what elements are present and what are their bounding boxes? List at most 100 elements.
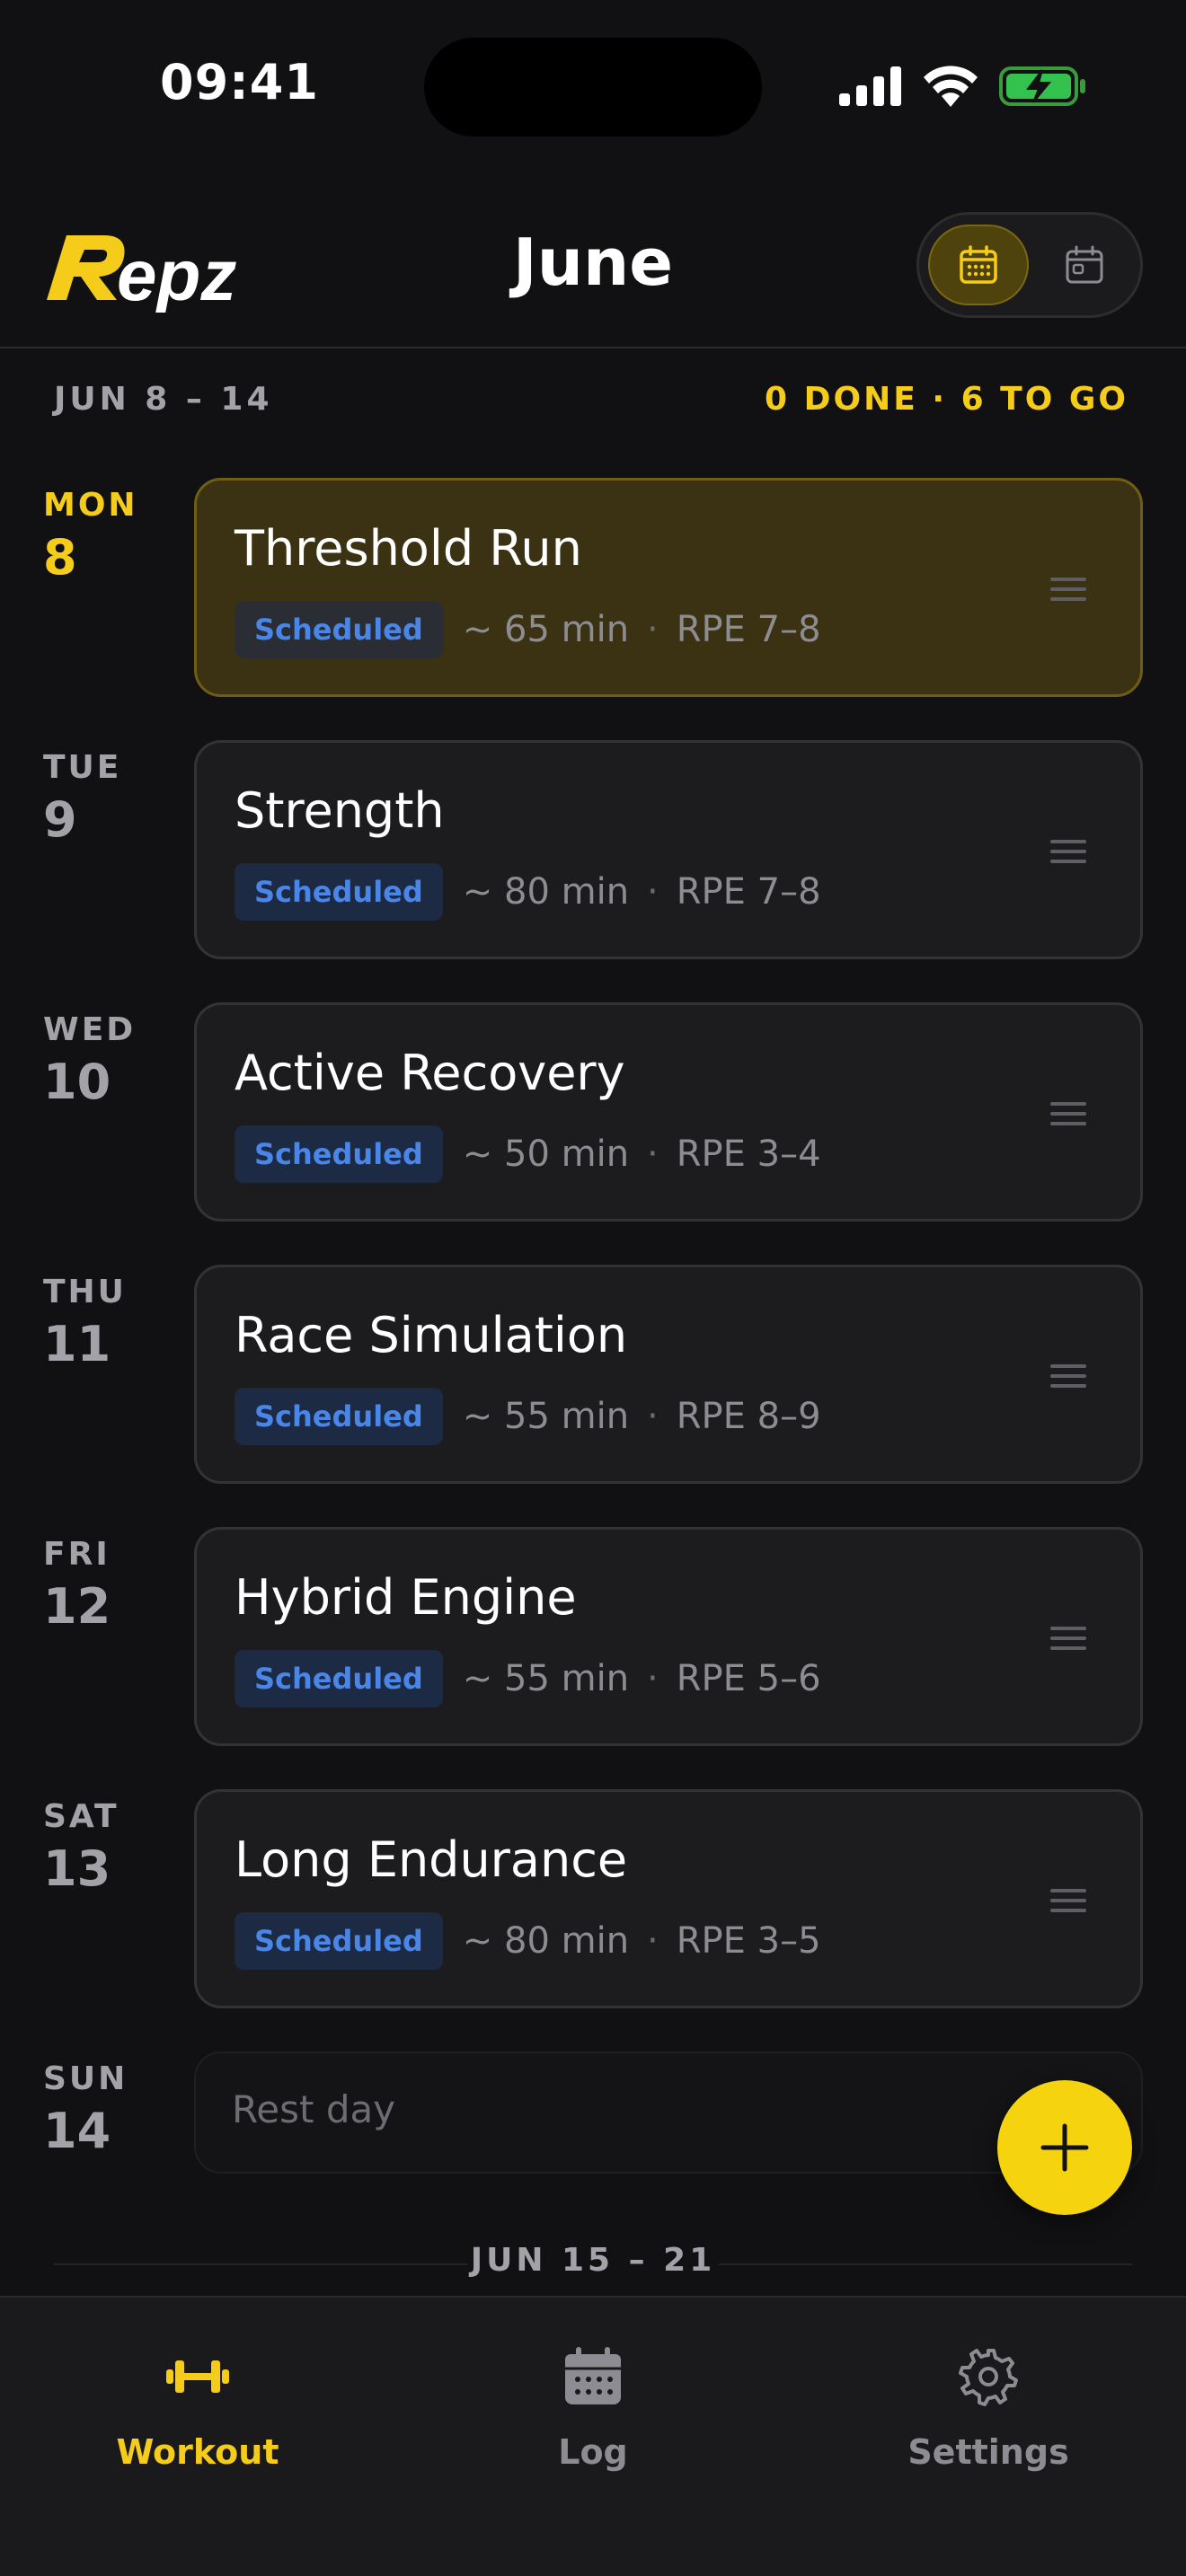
workout-rpe: RPE 5–6 [676, 1658, 821, 1699]
day-number: 8 [43, 529, 77, 586]
header-divider [0, 347, 1186, 348]
workout-title: Active Recovery [235, 1045, 625, 1101]
workout-title: Race Simulation [235, 1307, 628, 1363]
drag-handle-icon[interactable] [1050, 840, 1086, 863]
workout-duration: ~ 50 min [462, 1134, 630, 1175]
dumbbell-icon [166, 2360, 229, 2393]
day-name: SAT [43, 1798, 119, 1835]
workout-duration: ~ 80 min [462, 1920, 630, 1962]
status-bar: 09:41 [0, 0, 1186, 171]
workout-meta: Scheduled ~ 80 min · RPE 7–8 [235, 863, 821, 921]
calendar-week-icon [960, 245, 997, 284]
workout-card[interactable]: Active Recovery Scheduled ~ 50 min · RPE… [194, 1002, 1143, 1222]
workout-duration: ~ 65 min [462, 609, 630, 650]
day-label: MON 8 [43, 487, 138, 586]
drag-handle-icon[interactable] [1050, 578, 1086, 601]
workout-rpe: RPE 3–4 [676, 1134, 821, 1175]
next-week-divider: JUN 15 – 21 [0, 2242, 1186, 2287]
workout-rpe: RPE 3–5 [676, 1920, 821, 1962]
status-icons [839, 63, 1087, 110]
day-label: FRI 12 [43, 1536, 111, 1635]
day-label: SAT 13 [43, 1798, 119, 1897]
workout-meta: Scheduled ~ 80 min · RPE 3–5 [235, 1912, 821, 1970]
status-badge: Scheduled [235, 1125, 443, 1183]
meta-separator: · [647, 1658, 659, 1699]
calendar-day-icon [1066, 245, 1103, 284]
day-label: WED 10 [43, 1011, 136, 1110]
status-time: 09:41 [160, 54, 319, 110]
meta-separator: · [647, 1920, 659, 1962]
rest-day-label: Rest day [232, 2087, 396, 2131]
workout-meta: Scheduled ~ 55 min · RPE 8–9 [235, 1388, 821, 1445]
day-row: SAT 13 Long Endurance Scheduled ~ 80 min… [0, 1789, 1186, 2008]
status-badge: Scheduled [235, 1650, 443, 1707]
day-label: THU 11 [43, 1274, 127, 1372]
view-toggle[interactable] [916, 212, 1143, 318]
workout-card[interactable]: Strength Scheduled ~ 80 min · RPE 7–8 [194, 740, 1143, 959]
week-view-button[interactable] [928, 225, 1029, 305]
workout-card[interactable]: Hybrid Engine Scheduled ~ 55 min · RPE 5… [194, 1527, 1143, 1746]
workout-title: Strength [235, 782, 445, 839]
add-workout-button[interactable] [997, 2080, 1132, 2215]
workout-title: Threshold Run [235, 520, 582, 577]
day-row: FRI 12 Hybrid Engine Scheduled ~ 55 min … [0, 1527, 1186, 1746]
day-label: TUE 9 [43, 749, 121, 848]
status-badge: Scheduled [235, 1912, 443, 1970]
workout-meta: Scheduled ~ 50 min · RPE 3–4 [235, 1125, 821, 1183]
workout-title: Hybrid Engine [235, 1569, 577, 1626]
day-number: 10 [43, 1054, 111, 1110]
battery-charging-icon [999, 66, 1085, 106]
drag-handle-icon[interactable] [1050, 1102, 1086, 1125]
day-view-button[interactable] [1034, 225, 1135, 305]
workout-card[interactable]: Threshold Run Scheduled ~ 65 min · RPE 7… [194, 478, 1143, 697]
tab-log[interactable]: Log [458, 2341, 728, 2493]
workout-rpe: RPE 8–9 [676, 1396, 821, 1437]
day-number: 13 [43, 1840, 111, 1897]
workout-meta: Scheduled ~ 65 min · RPE 7–8 [235, 601, 821, 658]
workout-rpe: RPE 7–8 [676, 609, 821, 650]
workout-card[interactable]: Race Simulation Scheduled ~ 55 min · RPE… [194, 1265, 1143, 1484]
day-name: THU [43, 1274, 127, 1310]
drag-handle-icon[interactable] [1050, 1627, 1086, 1650]
meta-separator: · [647, 1396, 659, 1437]
tab-settings[interactable]: Settings [854, 2341, 1123, 2493]
status-badge: Scheduled [235, 601, 443, 658]
plus-icon [1040, 2123, 1089, 2172]
workout-card[interactable]: Long Endurance Scheduled ~ 80 min · RPE … [194, 1789, 1143, 2008]
workout-duration: ~ 55 min [462, 1396, 630, 1437]
dynamic-island [424, 38, 762, 137]
drag-handle-icon[interactable] [1050, 1364, 1086, 1388]
drag-handle-icon[interactable] [1050, 1889, 1086, 1912]
cellular-signal-icon [839, 66, 901, 106]
day-number: 11 [43, 1316, 111, 1372]
meta-separator: · [647, 609, 659, 650]
day-row: WED 10 Active Recovery Scheduled ~ 50 mi… [0, 1002, 1186, 1222]
day-row: TUE 9 Strength Scheduled ~ 80 min · RPE … [0, 740, 1186, 959]
meta-separator: · [647, 1134, 659, 1175]
day-name: WED [43, 1011, 137, 1048]
status-badge: Scheduled [235, 1388, 443, 1445]
day-number: 12 [43, 1578, 111, 1635]
calendar-icon [565, 2347, 621, 2404]
tab-workout[interactable]: Workout [63, 2341, 332, 2493]
day-number: 14 [43, 2103, 111, 2159]
day-number: 9 [43, 791, 77, 848]
workout-duration: ~ 80 min [462, 871, 630, 913]
tab-label: Settings [907, 2432, 1069, 2472]
workout-duration: ~ 55 min [462, 1658, 630, 1699]
tab-label: Log [558, 2432, 628, 2472]
tab-bar: Workout Log Settings [0, 2296, 1186, 2576]
week-progress: 0 DONE · 6 TO GO [765, 381, 1128, 418]
workout-rpe: RPE 7–8 [676, 871, 821, 913]
status-badge: Scheduled [235, 863, 443, 921]
app-header: epz June [0, 189, 1186, 348]
week-range: JUN 8 – 14 [54, 381, 273, 418]
wifi-icon [924, 66, 978, 107]
next-week-range: JUN 15 – 21 [470, 2242, 716, 2279]
day-row: MON 8 Threshold Run Scheduled ~ 65 min ·… [0, 478, 1186, 697]
meta-separator: · [647, 871, 659, 913]
day-name: TUE [43, 749, 122, 786]
day-label: SUN 14 [43, 2060, 128, 2159]
gear-icon [959, 2349, 1018, 2406]
day-name: SUN [43, 2060, 128, 2097]
